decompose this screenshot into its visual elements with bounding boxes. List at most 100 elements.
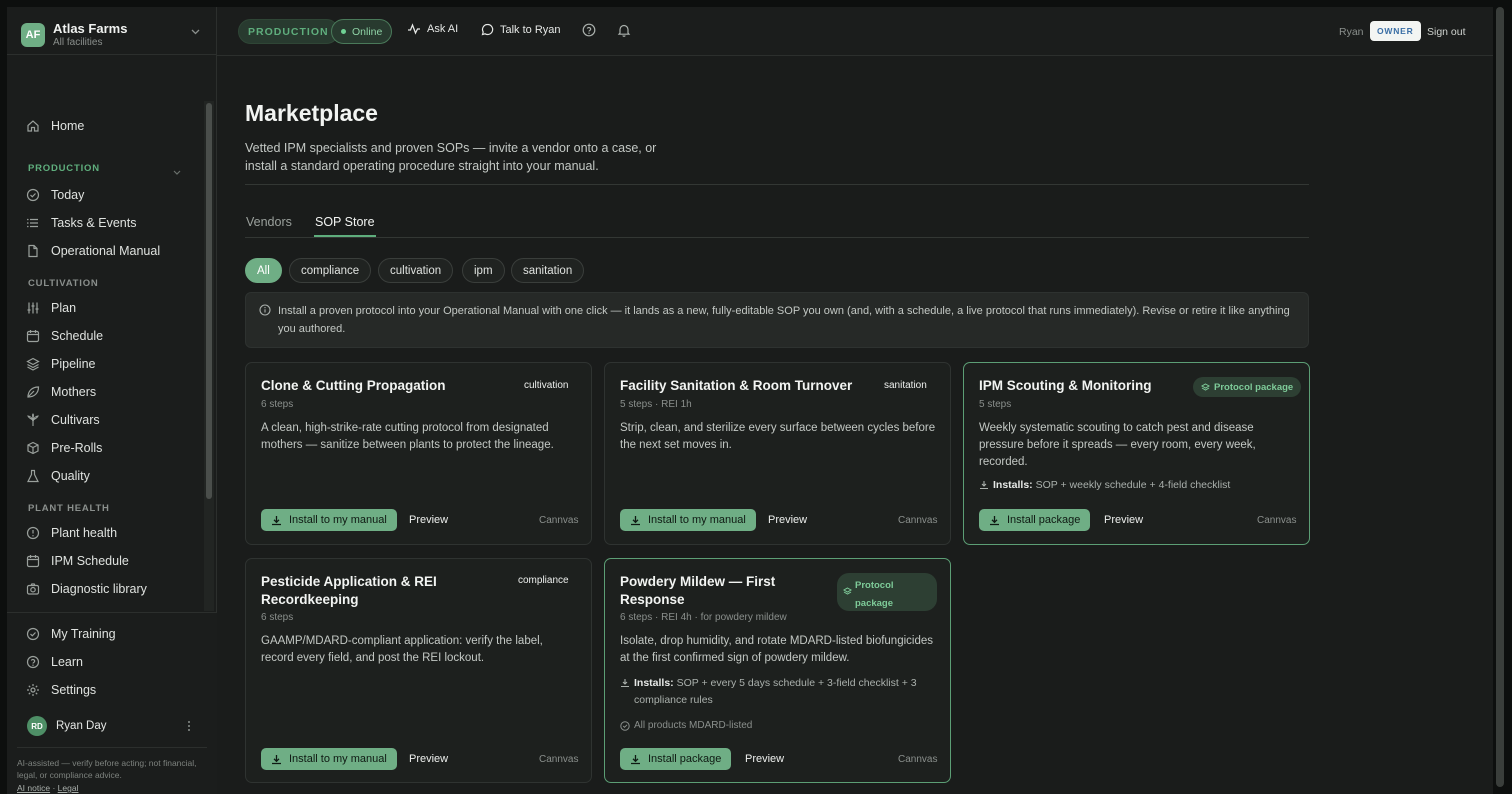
sidebar-item-learn[interactable]: Learn — [25, 650, 83, 674]
install-package-button[interactable]: Install package — [979, 509, 1091, 531]
talk-to-ryan-button[interactable]: Talk to Ryan — [481, 23, 561, 36]
installs-text: SOP + every 5 days schedule + 3-field ch… — [634, 677, 917, 706]
card-title: Clone & Cutting Propagation — [261, 378, 446, 393]
filter-chip-sanitation[interactable]: sanitation — [511, 258, 585, 283]
status-badge: Online — [331, 19, 393, 44]
install-button[interactable]: Install to my manual — [261, 509, 397, 531]
card-title: IPM Scouting & Monitoring — [979, 378, 1152, 393]
preview-button[interactable]: Preview — [745, 753, 784, 765]
sidebar-item-settings[interactable]: Settings — [25, 678, 96, 702]
more-vertical-icon[interactable] — [187, 720, 191, 735]
sidebar-item-home[interactable]: Home — [25, 114, 84, 138]
vendor-label: Cannvas — [898, 754, 938, 765]
sidebar-item-quality[interactable]: Quality — [25, 464, 90, 488]
layers-icon — [1201, 382, 1210, 391]
sidebar-item-label: Plan — [51, 301, 77, 315]
download-icon — [631, 515, 640, 525]
flask-icon — [25, 468, 41, 484]
install-button[interactable]: Install to my manual — [261, 748, 397, 770]
topbar: PRODUCTION Online Ask AI Talk to Ryan Ry… — [217, 7, 1493, 56]
vendor-label: Cannvas — [539, 515, 579, 526]
help-icon[interactable] — [582, 23, 596, 42]
alert-circle-icon — [25, 525, 41, 541]
package-icon — [25, 440, 41, 456]
filter-chip-ipm[interactable]: ipm — [462, 258, 505, 283]
sidebar-item-label: Today — [51, 188, 85, 202]
sidebar-item-label: Pre-Rolls — [51, 441, 103, 455]
environment-badge: PRODUCTION — [238, 19, 339, 44]
category-tag: compliance — [518, 575, 569, 586]
calendar-icon — [25, 328, 41, 344]
sidebar-item-label: Learn — [51, 655, 83, 669]
preview-button[interactable]: Preview — [409, 514, 448, 526]
sidebar-item-plant-health[interactable]: Plant health — [25, 521, 117, 545]
sidebar-item-manual[interactable]: Operational Manual — [25, 239, 160, 263]
category-tag: cultivation — [524, 380, 569, 391]
info-icon — [259, 303, 271, 321]
ai-notice-link[interactable]: AI notice — [17, 783, 50, 793]
sidebar-item-label: Settings — [51, 683, 97, 697]
installs-text: SOP + weekly schedule + 4-field checklis… — [1035, 479, 1231, 491]
user-menu[interactable]: RD Ryan Day — [27, 716, 107, 736]
sidebar-item-pipeline[interactable]: Pipeline — [25, 352, 95, 376]
sidebar-item-plan[interactable]: Plan — [25, 296, 76, 320]
page-scrollbar[interactable] — [1496, 7, 1504, 787]
sliders-icon — [25, 300, 41, 316]
layers-icon — [25, 356, 41, 372]
org-switcher[interactable]: AF Atlas Farms All facilities — [7, 7, 217, 55]
card-meta: 5 steps — [979, 399, 1012, 410]
sidebar-item-schedule[interactable]: Schedule — [25, 324, 103, 348]
status-dot — [341, 29, 346, 34]
bell-icon[interactable] — [617, 23, 631, 42]
vendor-label: Cannvas — [539, 754, 579, 765]
separator: · — [52, 783, 56, 793]
sidebar-item-ipm-schedule[interactable]: IPM Schedule — [25, 549, 129, 573]
filter-chip-compliance[interactable]: compliance — [289, 258, 372, 283]
download-icon — [272, 515, 281, 525]
download-icon — [990, 515, 999, 525]
sop-card: Facility Sanitation & Room Turnover sani… — [604, 362, 951, 545]
preview-button[interactable]: Preview — [768, 514, 807, 526]
layers-icon — [843, 587, 852, 595]
sidebar-item-today[interactable]: Today — [25, 183, 84, 207]
sidebar-item-label: Tasks & Events — [51, 216, 137, 230]
sidebar-item-mothers[interactable]: Mothers — [25, 380, 96, 404]
install-package-button[interactable]: Install package — [620, 748, 732, 770]
sidebar-scrollbar[interactable] — [206, 103, 212, 499]
chevron-down-icon[interactable] — [173, 168, 181, 177]
sidebar-item-prerolls[interactable]: Pre-Rolls — [25, 436, 102, 460]
tab-vendors[interactable]: Vendors — [246, 215, 292, 229]
sidebar-item-training[interactable]: My Training — [25, 622, 116, 646]
section-production[interactable]: PRODUCTION — [28, 163, 100, 174]
sidebar-item-diagnostic[interactable]: Diagnostic library — [25, 577, 147, 601]
camera-icon — [25, 581, 41, 597]
filter-chip-cultivation[interactable]: cultivation — [378, 258, 454, 283]
installs-summary: Installs: SOP + every 5 days schedule + … — [620, 675, 930, 709]
info-text: Install a proven protocol into your Oper… — [278, 305, 1290, 335]
tab-sop-store[interactable]: SOP Store — [315, 215, 375, 229]
legal-link[interactable]: Legal — [58, 783, 79, 793]
info-banner: Install a proven protocol into your Oper… — [245, 292, 1309, 348]
sidebar-item-label: Home — [51, 119, 85, 133]
mdard-note: All products MDARD-listed — [620, 720, 752, 731]
card-meta: 6 steps · REI 4h · for powdery mildew — [620, 612, 787, 623]
home-icon — [25, 118, 41, 134]
sidebar-item-label: My Training — [51, 627, 116, 641]
disclaimer-links: AI notice · Legal — [17, 783, 78, 793]
filter-chip-all[interactable]: All — [245, 258, 282, 283]
chat-icon — [481, 23, 494, 36]
sidebar-item-cultivars[interactable]: Cultivars — [25, 408, 100, 432]
install-label: Install to my manual — [289, 514, 387, 526]
calendar-icon — [25, 553, 41, 569]
install-button[interactable]: Install to my manual — [620, 509, 756, 531]
sidebar-item-label: Diagnostic library — [51, 582, 147, 596]
card-meta: 6 steps — [261, 612, 294, 623]
ask-ai-button[interactable]: Ask AI — [407, 23, 458, 35]
sign-out-button[interactable]: Sign out — [1427, 26, 1466, 38]
section-cultivation: CULTIVATION — [28, 278, 99, 289]
preview-button[interactable]: Preview — [1104, 514, 1143, 526]
sidebar-item-tasks[interactable]: Tasks & Events — [25, 211, 136, 235]
card-description: Weekly systematic scouting to catch pest… — [979, 422, 1256, 468]
check-circle-icon — [25, 187, 41, 203]
preview-button[interactable]: Preview — [409, 753, 448, 765]
